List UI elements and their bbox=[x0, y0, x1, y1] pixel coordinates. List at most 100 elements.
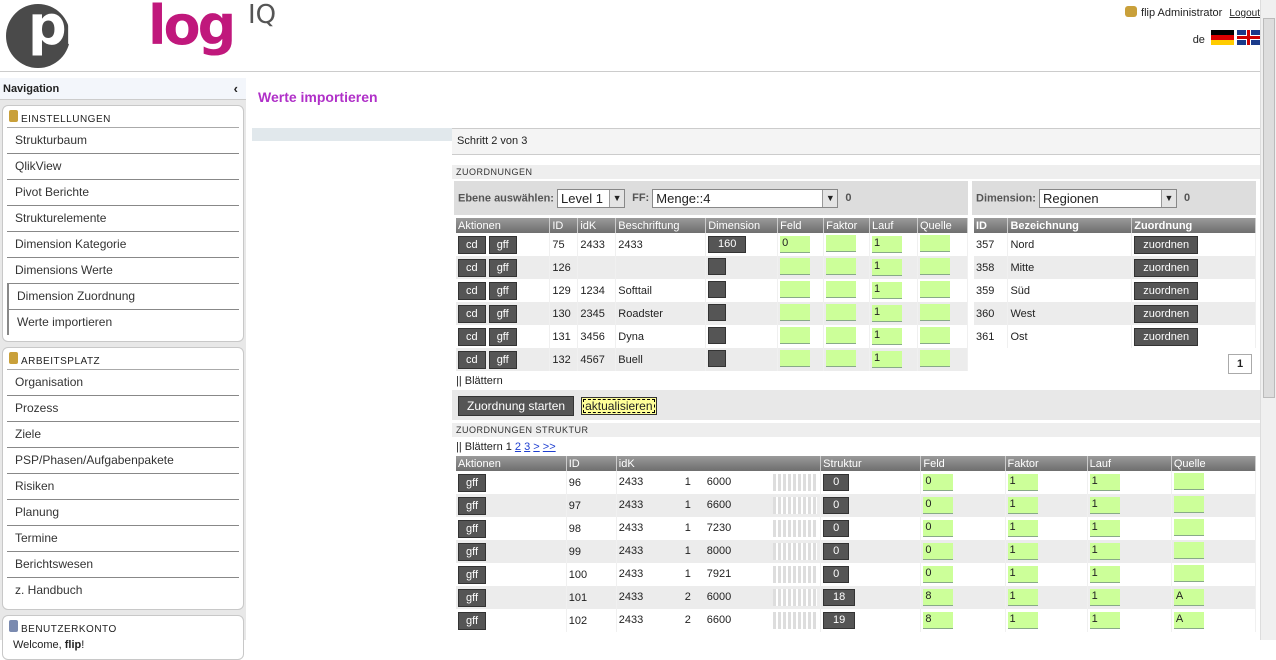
zuordnen-button[interactable]: zuordnen bbox=[1134, 281, 1199, 300]
feld-input[interactable]: 0 bbox=[923, 543, 954, 560]
sidebar-item-prozess[interactable]: Prozess bbox=[7, 396, 239, 422]
struktur-value[interactable]: 19 bbox=[823, 612, 856, 629]
sidebar-item-berichtswesen[interactable]: Berichtswesen bbox=[7, 552, 239, 578]
struktur-value[interactable]: 0 bbox=[823, 474, 850, 491]
gff-button[interactable]: gff bbox=[458, 611, 487, 630]
sidebar-item-risiken[interactable]: Risiken bbox=[7, 474, 239, 500]
page-2-link[interactable]: 2 bbox=[515, 441, 521, 453]
sidebar-item-organisation[interactable]: Organisation bbox=[7, 370, 239, 396]
last-page-link[interactable]: >> bbox=[543, 441, 556, 453]
sidebar-item-handbuch[interactable]: z. Handbuch bbox=[7, 578, 239, 603]
lauf-input[interactable]: 1 bbox=[1089, 589, 1120, 606]
cd-button[interactable]: cd bbox=[458, 304, 486, 323]
zuordnung-starten-button[interactable]: Zuordnung starten bbox=[458, 396, 575, 416]
dimension-value[interactable] bbox=[708, 280, 727, 298]
dimension-value[interactable] bbox=[708, 326, 727, 344]
dimension-value[interactable] bbox=[708, 257, 727, 275]
german-flag-icon[interactable] bbox=[1211, 30, 1234, 45]
feld-input[interactable]: 8 bbox=[923, 612, 954, 629]
ebene-select[interactable]: Level 1 ▼ bbox=[557, 189, 626, 208]
gff-button[interactable]: gff bbox=[458, 519, 487, 538]
ff-select[interactable]: Menge::4 ▼ bbox=[652, 189, 839, 208]
faktor-input[interactable]: 1 bbox=[1007, 520, 1038, 537]
gff-button[interactable]: gff bbox=[458, 588, 487, 607]
lauf-input[interactable]: 1 bbox=[1089, 566, 1120, 583]
sidebar-item-dimensions-werte[interactable]: Dimensions Werte bbox=[7, 258, 239, 284]
sidebar-item-dimension-kategorie[interactable]: Dimension Kategorie bbox=[7, 232, 239, 258]
feld-input[interactable]: 0 bbox=[923, 566, 954, 583]
sidebar-item-qlikview[interactable]: QlikView bbox=[7, 154, 239, 180]
sidebar-item-termine[interactable]: Termine bbox=[7, 526, 239, 552]
quelle-input[interactable]: A bbox=[1173, 589, 1204, 606]
dimension-value[interactable]: 160 bbox=[708, 236, 747, 253]
lauf-input[interactable]: 1 bbox=[872, 236, 903, 253]
dimension-value[interactable] bbox=[708, 349, 727, 367]
gff-button[interactable]: gff bbox=[488, 350, 517, 369]
lauf-input[interactable]: 1 bbox=[872, 259, 903, 276]
lauf-input[interactable]: 1 bbox=[1089, 543, 1120, 560]
faktor-input[interactable] bbox=[826, 280, 857, 298]
gff-button[interactable]: gff bbox=[458, 496, 487, 515]
quelle-input[interactable] bbox=[919, 257, 950, 275]
next-page-link[interactable]: > bbox=[533, 441, 539, 453]
cd-button[interactable]: cd bbox=[458, 350, 486, 369]
feld-input[interactable] bbox=[780, 349, 811, 367]
quelle-input[interactable] bbox=[919, 280, 950, 298]
quelle-input[interactable] bbox=[919, 303, 950, 321]
faktor-input[interactable] bbox=[826, 303, 857, 321]
quelle-input[interactable] bbox=[1173, 564, 1204, 582]
dimension-page-1[interactable]: 1 bbox=[1228, 354, 1252, 374]
vertical-scrollbar[interactable] bbox=[1260, 0, 1276, 640]
lauf-input[interactable]: 1 bbox=[1089, 520, 1120, 537]
cd-button[interactable]: cd bbox=[458, 281, 486, 300]
lauf-input[interactable]: 1 bbox=[1089, 474, 1120, 491]
zuordnen-button[interactable]: zuordnen bbox=[1134, 304, 1199, 323]
struktur-value[interactable]: 0 bbox=[823, 520, 850, 537]
quelle-input[interactable] bbox=[1173, 495, 1204, 513]
zuordnen-button[interactable]: zuordnen bbox=[1134, 235, 1199, 254]
faktor-input[interactable] bbox=[826, 234, 857, 252]
sidebar-item-werte-importieren[interactable]: Werte importieren bbox=[7, 310, 239, 335]
dimension-select[interactable]: Regionen ▼ bbox=[1038, 189, 1177, 208]
faktor-input[interactable]: 1 bbox=[1007, 474, 1038, 491]
sidebar-item-dimension-zuordnung[interactable]: Dimension Zuordnung bbox=[7, 284, 239, 310]
gff-button[interactable]: gff bbox=[458, 565, 487, 584]
cd-button[interactable]: cd bbox=[458, 235, 486, 254]
feld-input[interactable]: 0 bbox=[923, 474, 954, 491]
struktur-value[interactable]: 18 bbox=[823, 589, 856, 606]
sidebar-item-strukturbaum[interactable]: Strukturbaum bbox=[7, 128, 239, 154]
sidebar-item-planung[interactable]: Planung bbox=[7, 500, 239, 526]
feld-input[interactable]: 0 bbox=[780, 236, 811, 253]
quelle-input[interactable] bbox=[919, 349, 950, 367]
faktor-input[interactable] bbox=[826, 257, 857, 275]
gff-button[interactable]: gff bbox=[488, 304, 517, 323]
lauf-input[interactable]: 1 bbox=[1089, 612, 1120, 629]
feld-input[interactable]: 8 bbox=[923, 589, 954, 606]
faktor-input[interactable]: 1 bbox=[1007, 566, 1038, 583]
lauf-input[interactable]: 1 bbox=[872, 351, 903, 368]
english-flag-icon[interactable] bbox=[1237, 30, 1260, 45]
lauf-input[interactable]: 1 bbox=[872, 328, 903, 345]
gff-button[interactable]: gff bbox=[488, 258, 517, 277]
lauf-input[interactable]: 1 bbox=[872, 282, 903, 299]
gff-button[interactable]: gff bbox=[488, 235, 517, 254]
sidebar-item-ziele[interactable]: Ziele bbox=[7, 422, 239, 448]
faktor-input[interactable]: 1 bbox=[1007, 543, 1038, 560]
dimension-value[interactable] bbox=[708, 303, 727, 321]
lauf-input[interactable]: 1 bbox=[1089, 497, 1120, 514]
scrollbar-thumb[interactable] bbox=[1263, 18, 1275, 398]
lauf-input[interactable]: 1 bbox=[872, 305, 903, 322]
gff-button[interactable]: gff bbox=[488, 281, 517, 300]
feld-input[interactable] bbox=[780, 257, 811, 275]
quelle-input[interactable] bbox=[919, 234, 950, 252]
feld-input[interactable]: 0 bbox=[923, 520, 954, 537]
cd-button[interactable]: cd bbox=[458, 327, 486, 346]
faktor-input[interactable]: 1 bbox=[1007, 612, 1038, 629]
quelle-input[interactable] bbox=[919, 326, 950, 344]
faktor-input[interactable] bbox=[826, 326, 857, 344]
quelle-input[interactable] bbox=[1173, 518, 1204, 536]
feld-input[interactable] bbox=[780, 303, 811, 321]
zuordnen-button[interactable]: zuordnen bbox=[1134, 327, 1199, 346]
struktur-value[interactable]: 0 bbox=[823, 543, 850, 560]
aktualisieren-button[interactable]: aktualisieren bbox=[581, 397, 657, 415]
